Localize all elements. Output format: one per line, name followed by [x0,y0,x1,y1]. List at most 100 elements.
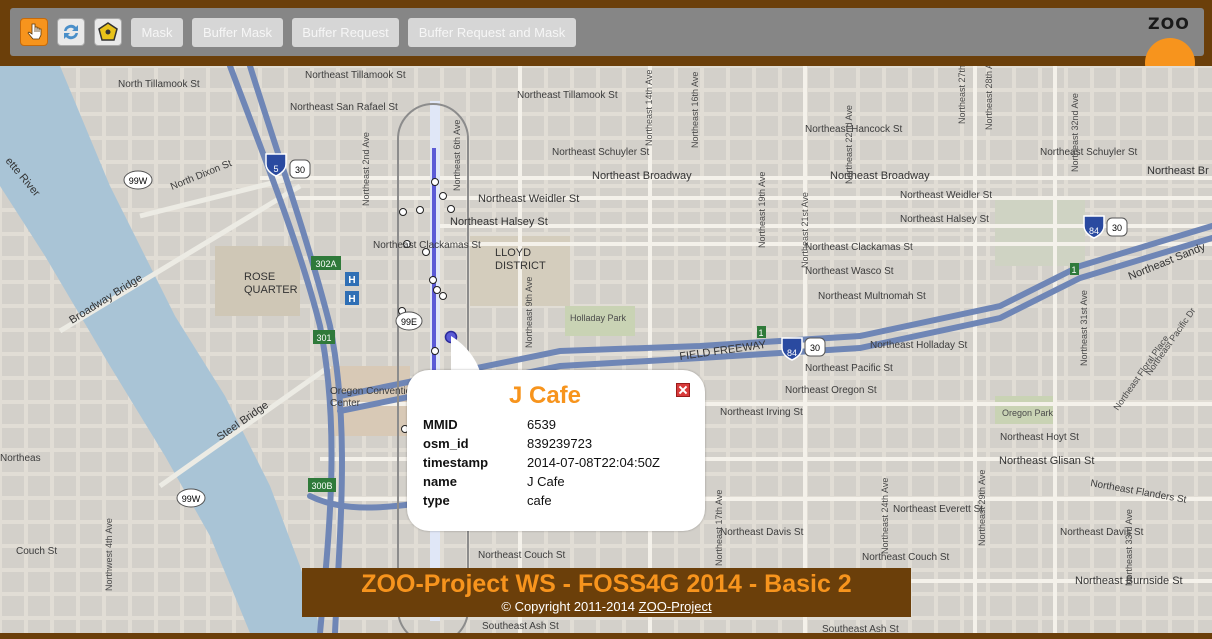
copyright-text: © Copyright 2011-2014 [501,599,636,614]
top-bar: Mask Buffer Mask Buffer Request Buffer R… [0,0,1212,66]
map-label: Northeast Couch St [478,550,565,561]
map-label: Northeast 17th Ave [714,490,724,566]
map-label: Northeast 2nd Ave [361,132,371,206]
svg-text:99W: 99W [129,176,148,186]
exit-1-b: 1 [1070,263,1079,275]
svg-text:H: H [348,275,355,286]
map-label: Couch St [16,546,57,557]
map-label: Northeast Weidler St [478,193,579,205]
popup-title: J Cafe [508,382,582,409]
toolbar: Mask Buffer Mask Buffer Request Buffer R… [10,8,1204,56]
map-label: Northeast Holladay St [870,340,967,351]
map-label: Northeast Br [1147,165,1209,177]
svg-text:99W: 99W [182,494,201,504]
svg-text:300B: 300B [311,481,332,491]
us30-shield-b: 30 [804,337,826,357]
map-label: Northeast Clackamas St [805,242,913,253]
or99w-shield-b: 99W [176,488,206,508]
svg-text:84: 84 [787,348,797,358]
svg-text:84: 84 [1089,226,1099,236]
svg-text:1: 1 [1071,265,1076,275]
attribute-value: cafe [527,493,552,508]
us30-shield-a: 30 [289,159,311,179]
map-label: Northeast Irving St [720,407,803,418]
attribute-key: type [423,493,450,508]
map-label: Northeast 31st Ave [1079,290,1089,366]
map-label: Northeast 19th Ave [757,172,767,248]
or99e-shield: 99E [395,311,423,331]
map-label: Northeast Couch St [862,552,949,563]
close-icon[interactable] [676,383,690,397]
map-label: Northeast 33rd Ave [1124,509,1134,586]
zoo-logo: ZOO [1140,8,1200,66]
exit-1-a: 1 [757,326,766,338]
zoo-logo-text: ZOO [1148,14,1190,33]
feature-popup: J Cafe MMID 6539 osm_id 839239723 timestam… [407,370,705,531]
map-label: Northwest 4th Ave [104,518,114,591]
map-canvas[interactable]: Northeast Tillamook St North Tillamook S… [0,66,1212,633]
select-polygon-icon[interactable] [94,18,122,46]
map-layer: Northeast Tillamook St North Tillamook S… [0,66,1212,633]
map-label: Southeast Ash St [482,621,559,632]
or99w-shield-a: 99W [123,170,153,190]
bottom-strip [0,633,1212,639]
footer-copyright: © Copyright 2011-2014 ZOO-Project [302,599,911,615]
svg-text:30: 30 [810,343,820,353]
map-label: Northeast Wasco St [805,266,894,277]
svg-text:99E: 99E [401,317,417,327]
map-label: Northeast 21st Ave [800,192,810,268]
map-label: Northeast Tillamook St [517,90,618,101]
refresh-icon[interactable] [57,18,85,46]
popup-attribute-table: MMID 6539 osm_id 839239723 timestamp 2014-0… [423,415,660,510]
map-label: Northeast Pacific St [805,363,893,374]
table-row: MMID 6539 [423,415,660,434]
attribute-key: name [423,474,457,489]
zoo-project-link[interactable]: ZOO-Project [639,599,712,614]
map-label: Northeast Halsey St [450,216,548,228]
svg-text:H: H [348,294,355,305]
pan-hand-icon[interactable] [20,18,48,46]
table-row: timestamp 2014-07-08T22:04:50Z [423,453,660,472]
map-label: Northeast Davis St [720,527,804,538]
map-label: Northeast Schuyler St [1040,147,1137,158]
table-row: osm_id 839239723 [423,434,660,453]
map-label: Southeast Ash St [822,624,899,633]
svg-text:30: 30 [1112,223,1122,233]
map-label: Northeast 9th Ave [524,277,534,348]
map-label: Northeast 24th Ave [880,478,890,554]
footer-title: ZOO-Project WS - FOSS4G 2014 - Basic 2 [361,570,852,598]
map-label: North Tillamook St [118,79,200,90]
green-area [995,196,1085,266]
map-label: Northeast San Rafael St [290,102,398,113]
table-row: type cafe [423,491,660,510]
map-label: Northeast Schuyler St [552,147,649,158]
mask-button[interactable]: Mask [131,18,183,47]
map-label: Northeast Multnomah St [818,291,926,302]
buffer-request-button[interactable]: Buffer Request [292,18,399,47]
hospital-icon-b: H [345,291,359,305]
map-label: Northeast Everett St [893,504,983,515]
buffer-request-and-mask-button[interactable]: Buffer Request and Mask [408,18,576,47]
map-label: Northeast Oregon St [785,385,877,396]
map-label: Northeast Halsey St [900,214,989,225]
map-label: Northeast Weidler St [900,190,992,201]
exit-302a: 302A [311,256,341,270]
map-label: Northeast 14th Ave [644,70,654,146]
map-label: Northeast 29th Ave [977,470,987,546]
svg-text:30: 30 [295,165,305,175]
attribute-value: 2014-07-08T22:04:50Z [527,455,660,470]
us30-shield-c: 30 [1106,217,1128,237]
buffer-mask-button[interactable]: Buffer Mask [192,18,283,47]
svg-text:301: 301 [316,333,331,343]
attribute-value: J Cafe [527,474,565,489]
attribute-key: MMID [423,417,458,432]
svg-text:5: 5 [273,164,278,174]
attribute-value: 6539 [527,417,556,432]
map-label: Northeast Broadway [592,170,692,182]
map-label: Northeas [0,453,41,464]
attribute-key: osm_id [423,436,469,451]
svg-text:1: 1 [758,328,763,338]
map-label: Oregon Park [1002,408,1054,418]
attribute-key: timestamp [423,455,489,470]
exit-300b: 300B [308,478,336,492]
